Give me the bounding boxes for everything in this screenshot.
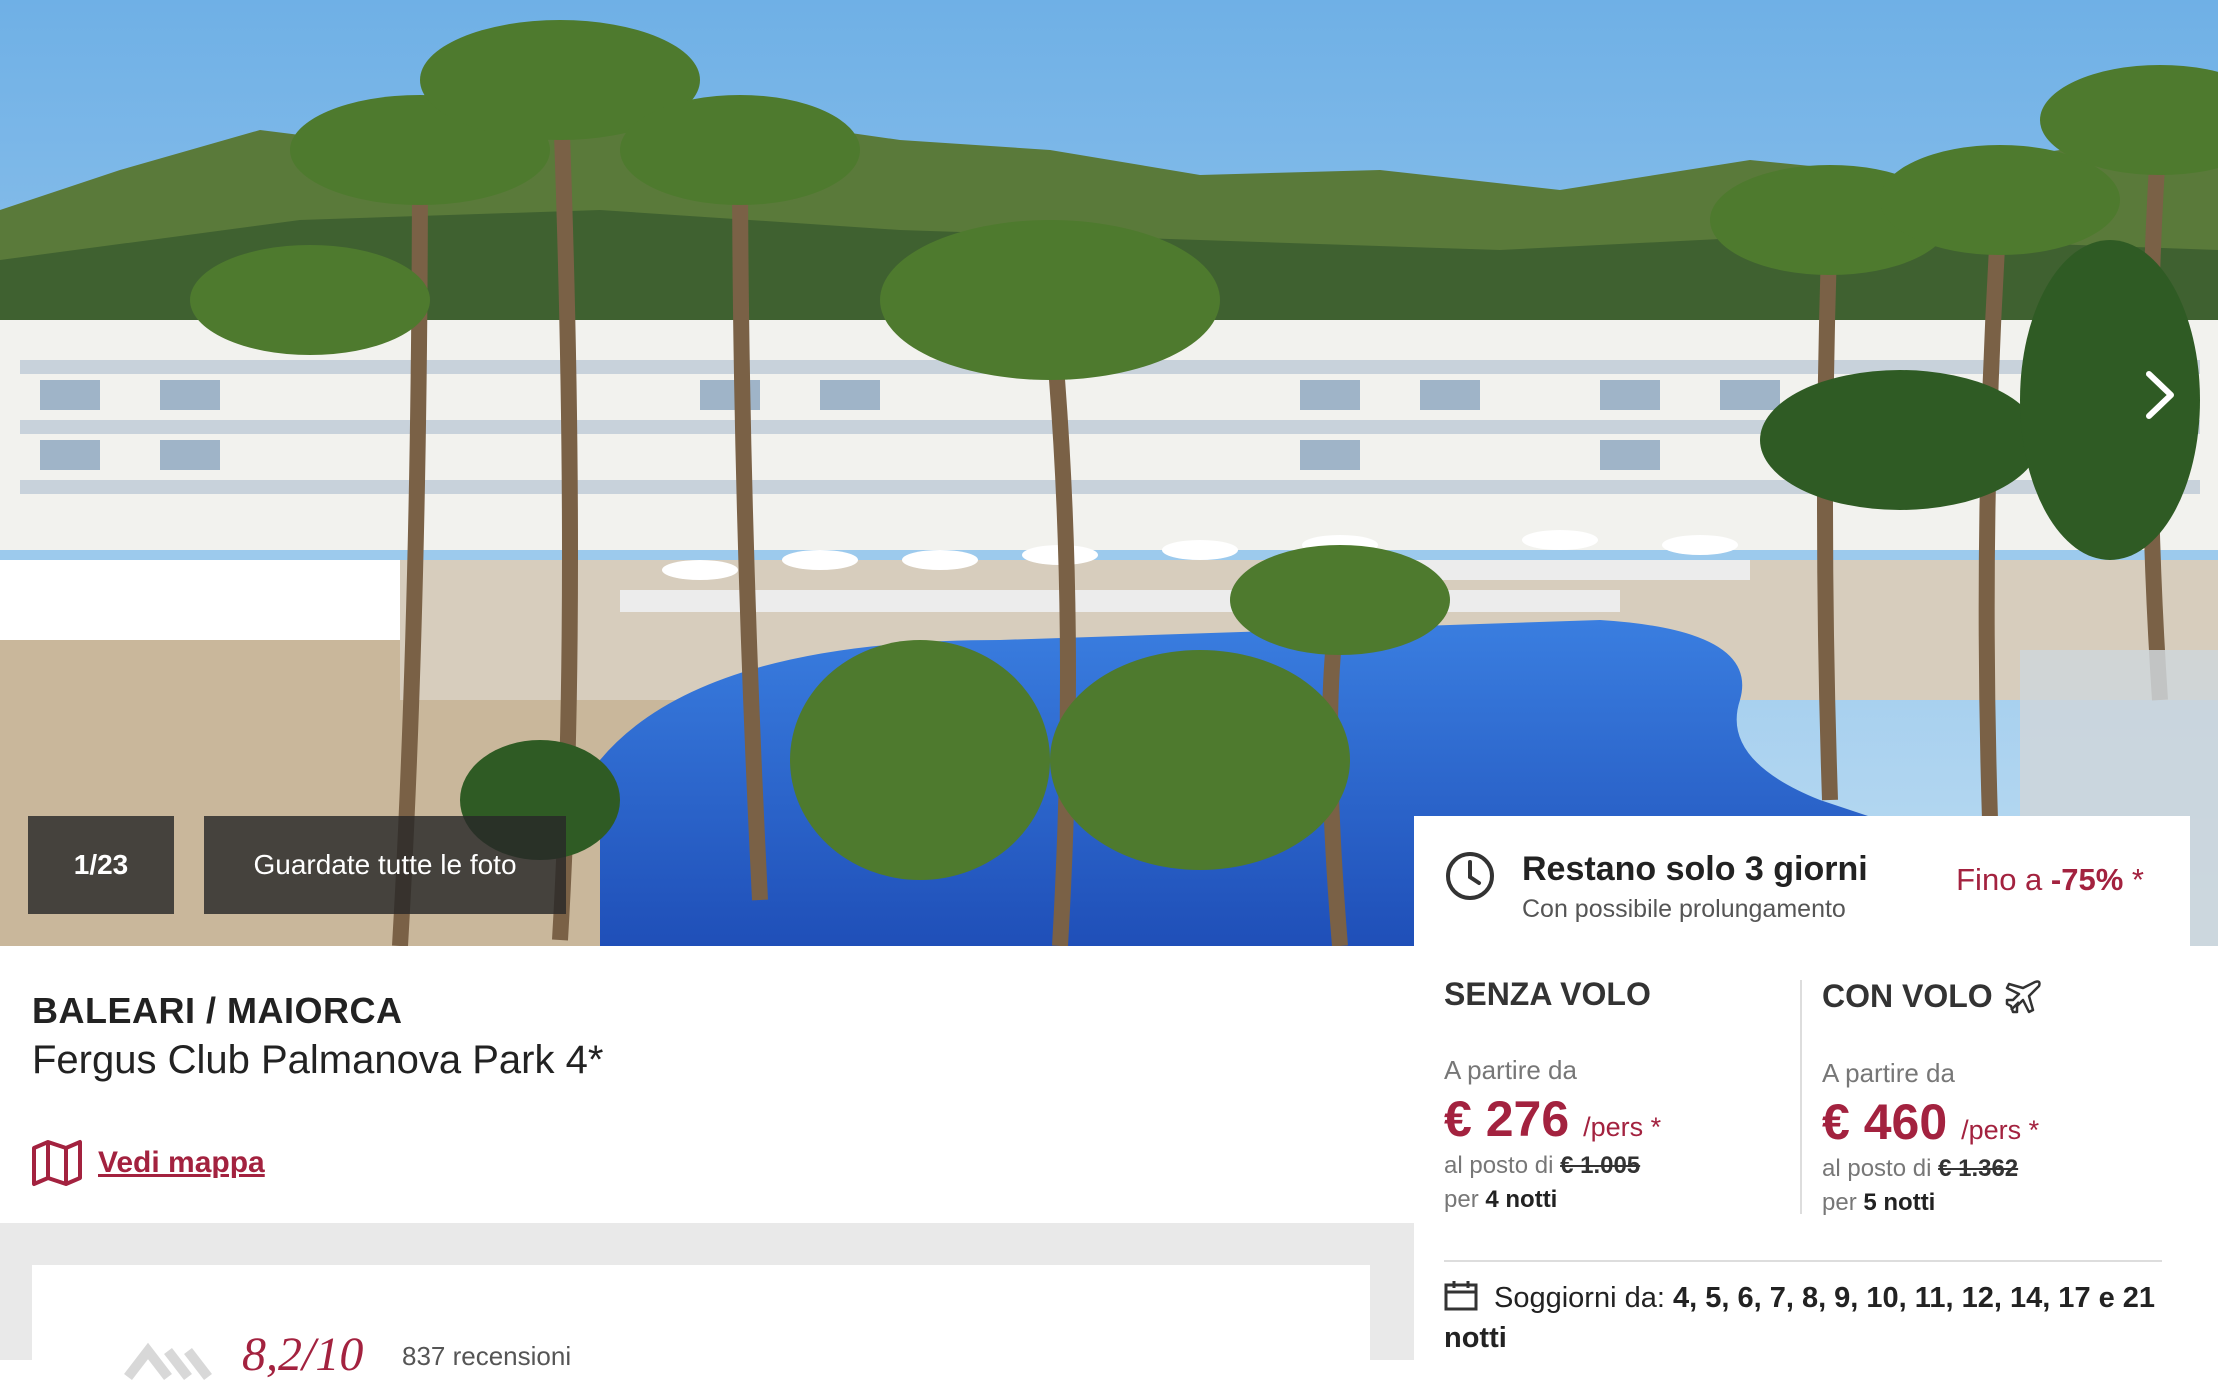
nights-value: 4 notti <box>1485 1186 1558 1213</box>
reviews-card: 8,2/10 837 recensioni <box>32 1265 1370 1385</box>
hero-photo[interactable]: 1/23 Guardate tutte le foto <box>0 0 2218 946</box>
without-flight-title: SENZA VOLO <box>1444 976 1651 1012</box>
countdown-banner: Restano solo 3 giorni Con possibile prol… <box>1444 850 1868 924</box>
discount-prefix: Fino a <box>1956 862 2043 897</box>
old-price-label: al posto di <box>1822 1155 1932 1182</box>
section-divider <box>1444 1260 2162 1262</box>
countdown-subtitle: Con possibile prolungamento <box>1522 895 1846 923</box>
review-count-link[interactable]: 837 recensioni <box>402 1341 571 1372</box>
chevron-right-icon <box>2146 371 2174 419</box>
price-value: € 460 <box>1822 1094 1948 1150</box>
stays-label: Soggiorni da: <box>1494 1282 1665 1314</box>
view-map-link[interactable]: Vedi mappa <box>30 1138 265 1188</box>
from-label: A partire da <box>1822 1058 1955 1088</box>
next-photo-button[interactable] <box>2130 360 2190 430</box>
review-brand-icon <box>124 1342 212 1381</box>
airplane-icon <box>2005 980 2041 1014</box>
per-person-label: /pers * <box>1583 1112 1662 1142</box>
calendar-icon <box>1444 1281 1478 1311</box>
view-map-label: Vedi mappa <box>98 1146 265 1179</box>
discount-asterisk: * <box>2131 862 2144 897</box>
review-score: 8,2/10 <box>242 1328 364 1381</box>
discount-value: -75% <box>2050 862 2124 897</box>
old-price: € 1.005 <box>1560 1152 1641 1179</box>
price-value: € 276 <box>1444 1091 1570 1147</box>
hotel-name: Fergus Club Palmanova Park 4* <box>32 1038 604 1082</box>
nights-label: per <box>1444 1186 1479 1213</box>
price-without-flight[interactable]: SENZA VOLO A partire da € 276 /pers * al… <box>1444 976 1804 1214</box>
old-price: € 1.362 <box>1938 1155 2019 1182</box>
stay-durations: Soggiorni da: 4, 5, 6, 7, 8, 9, 10, 11, … <box>1444 1278 2174 1358</box>
per-person-label: /pers * <box>1961 1115 2040 1145</box>
map-icon <box>32 1140 82 1186</box>
with-flight-title: CON VOLO <box>1822 977 1993 1014</box>
hotel-pool-photo <box>0 0 2218 946</box>
countdown-title: Restano solo 3 giorni <box>1522 850 1868 888</box>
hotel-info: BALEARI / MAIORCA Fergus Club Palmanova … <box>0 946 1414 1223</box>
clock-icon <box>1446 852 1494 900</box>
destination-breadcrumb: BALEARI / MAIORCA <box>32 990 403 1031</box>
view-all-photos-button[interactable]: Guardate tutte le foto <box>204 816 566 914</box>
column-divider <box>1800 980 1802 1214</box>
from-label: A partire da <box>1444 1055 1577 1085</box>
nights-value: 5 notti <box>1863 1189 1936 1216</box>
nights-label: per <box>1822 1189 1857 1216</box>
offer-panel: Restano solo 3 giorni Con possibile prol… <box>1414 816 2190 1360</box>
discount-badge: Fino a -75% * <box>1956 862 2144 898</box>
reviews-section: 8,2/10 837 recensioni <box>0 1223 1414 1385</box>
price-with-flight[interactable]: CON VOLO A partire da € 460 /pers * al p… <box>1822 976 2182 1217</box>
old-price-label: al posto di <box>1444 1152 1554 1179</box>
photo-counter: 1/23 <box>28 816 174 914</box>
